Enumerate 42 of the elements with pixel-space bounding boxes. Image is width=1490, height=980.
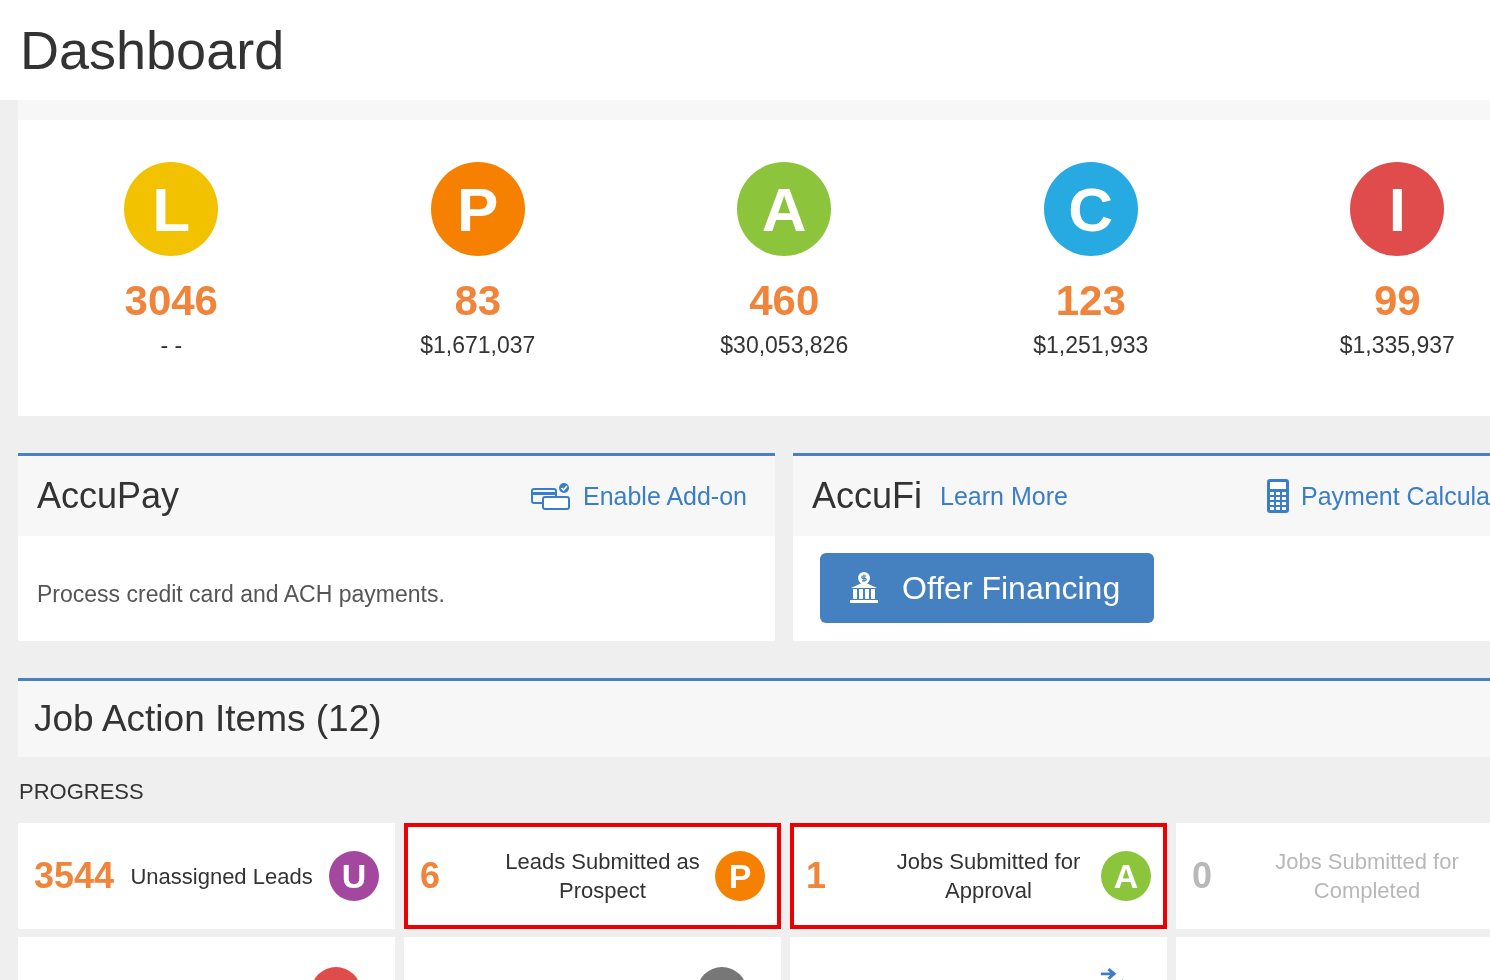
action-count: 1: [806, 855, 828, 897]
action-count: 3544: [34, 855, 115, 897]
stage-badge: P: [430, 162, 525, 256]
stage-badge: I: [1350, 162, 1445, 256]
action-label: Unassigned Leads: [129, 862, 314, 891]
learn-more-link[interactable]: Learn More: [940, 481, 1068, 511]
action-label: Leads Submitted as Prospect: [504, 848, 701, 905]
action-label: Jobs Submitted for Completed: [1274, 848, 1460, 905]
payment-calculator-link[interactable]: Payment Calcula: [1301, 481, 1490, 511]
stat-count: 123: [1055, 276, 1126, 326]
credit-card-icon: [530, 482, 571, 510]
action-count: 0: [1192, 855, 1214, 897]
stat-count: 460: [749, 276, 820, 326]
offer-financing-button[interactable]: Offer Financing: [820, 553, 1154, 623]
stat-amount: $1,671,037: [420, 332, 536, 359]
stage-badge: P: [715, 851, 765, 901]
panel-title: AccuFi: [812, 475, 923, 517]
progress-label: PROGRESS: [18, 778, 145, 806]
panel-title: AccuPay: [37, 475, 180, 517]
stat-amount: $1,335,937: [1339, 332, 1455, 359]
panel-description: Process credit card and ACH payments.: [37, 581, 446, 608]
action-count: 6: [420, 855, 442, 897]
bank-icon: [848, 572, 880, 604]
stage-badge: A: [1101, 851, 1151, 901]
calculator-icon: [1267, 479, 1289, 513]
enable-add-on-link[interactable]: Enable Add-on: [582, 481, 747, 511]
action-card[interactable]: 1 Jobs Submitted for Approval A: [790, 823, 1167, 929]
stage-badge: A: [737, 162, 832, 256]
action-card[interactable]: 3544 Unassigned Leads U: [18, 823, 395, 929]
stat-amount: - -: [160, 332, 183, 359]
stat-amount: $30,053,826: [720, 332, 849, 359]
section-title: Job Action Items (12): [34, 698, 382, 740]
action-label: Jobs Submitted for Approval: [895, 848, 1082, 905]
page-title: Dashboard: [20, 19, 285, 81]
stat-amount: $1,251,933: [1033, 332, 1149, 359]
action-card[interactable]: 6 Leads Submitted as Prospect P: [404, 823, 781, 929]
stage-badge: L: [124, 162, 219, 256]
stat-count: 83: [454, 276, 502, 326]
stage-badge: U: [329, 851, 379, 901]
stage-badge: C: [1043, 162, 1138, 256]
stat-count: 3046: [124, 276, 218, 326]
stat-count: 99: [1373, 276, 1421, 326]
